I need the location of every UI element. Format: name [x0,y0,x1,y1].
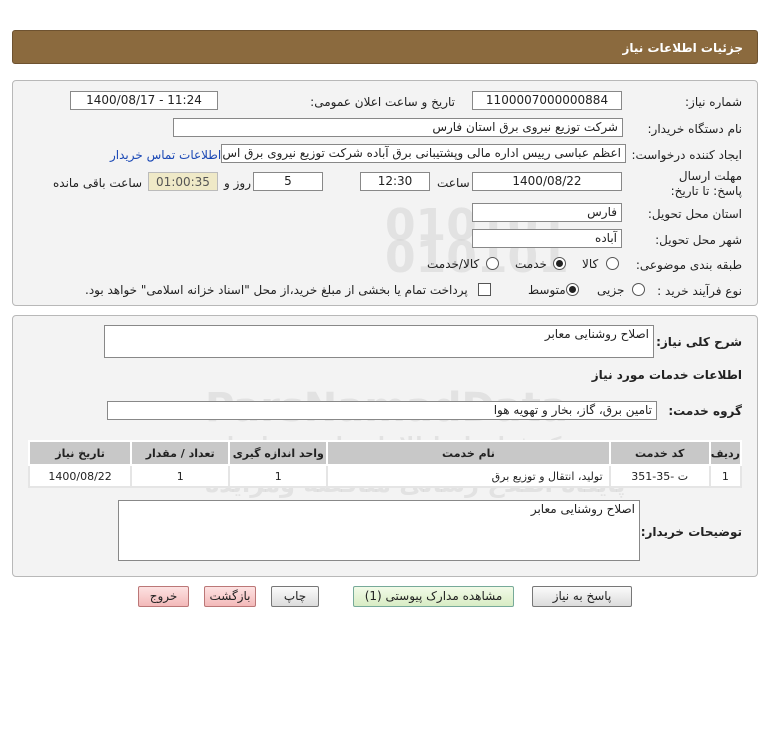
cell-need-date: 1400/08/22 [27,464,133,488]
category-radio-goods[interactable] [606,257,619,270]
purchase-radio-medium[interactable] [566,283,579,296]
treasury-payment-note: پرداخت تمام یا بخشی از مبلغ خرید،از محل … [85,283,468,297]
service-group-field: تامین برق، گاز، بخار و تهویه هوا [107,401,657,420]
deadline-label: مهلت ارسال پاسخ: تا تاریخ: [670,169,742,198]
deadline-time-label: ساعت [437,176,470,190]
city-label: شهر محل تحویل: [655,233,742,247]
treasury-payment-checkbox[interactable] [478,283,491,296]
reply-button[interactable]: پاسخ به نیاز [532,586,632,607]
cell-row: 1 [708,464,743,488]
page-title: جزئیات اطلاعات نیاز [622,41,743,55]
purchase-radio-partial[interactable] [632,283,645,296]
announce-datetime-label: تاریخ و ساعت اعلان عمومی: [310,95,455,109]
purchase-option-partial: جزیی [597,283,625,297]
city-field: آباده [472,229,622,248]
category-label: طبقه بندی موضوعی: [635,258,742,272]
cell-service-code: ت -35-351 [608,464,711,488]
summary-label: شرح کلی نیاز: [656,335,742,349]
buyer-contact-link[interactable]: اطلاعات تماس خریدار [110,148,221,162]
category-option-service: خدمت [515,257,547,271]
deadline-date-field: 1400/08/22 [472,172,622,191]
services-table-header: ردیف کد خدمت نام خدمت واحد اندازه گیری ت… [27,440,743,466]
category-radio-service[interactable] [553,257,566,270]
exit-button[interactable]: خروج [138,586,189,607]
days-field: 5 [253,172,323,191]
need-number-label: شماره نیاز: [685,95,742,109]
days-label: روز و [224,176,251,190]
col-service-name: نام خدمت [326,440,611,466]
buyer-notes-label: توضیحات خریدار: [640,525,742,539]
summary-field: اصلاح روشنایی معابر [104,325,654,358]
print-button[interactable]: چاپ [271,586,319,607]
purchase-option-medium: متوسط [528,283,566,297]
col-service-code: کد خدمت [608,440,711,466]
service-group-label: گروه خدمت: [668,404,742,418]
province-field: فارس [472,203,622,222]
col-unit: واحد اندازه گیری [228,440,329,466]
purchase-type-label: نوع فرآیند خرید : [657,284,742,298]
cell-quantity: 1 [130,464,231,488]
table-row: 1 ت -35-351 تولید، انتقال و توزیع برق 1 … [27,464,743,488]
remaining-time-label: ساعت باقی مانده [53,176,143,190]
category-option-goods-service: کالا/خدمت [427,257,480,271]
announce-datetime-field: 1400/08/17 - 11:24 [70,91,218,110]
remaining-time-field: 01:00:35 [148,172,218,191]
buyer-org-label: نام دستگاه خریدار: [647,122,743,136]
col-row: ردیف [708,440,743,466]
cell-unit: 1 [228,464,329,488]
province-label: استان محل تحویل: [647,207,742,221]
need-number-field: 1100007000000884 [472,91,622,110]
buyer-notes-field: اصلاح روشنایی معابر [118,500,640,561]
buyer-org-field: شرکت توزیع نیروی برق استان فارس [173,118,623,137]
services-heading: اطلاعات خدمات مورد نیاز [591,368,742,382]
creator-field: اعظم عباسی رییس اداره مالی وپشتیبانی برق… [221,144,626,163]
page-header: جزئیات اطلاعات نیاز [12,30,758,64]
category-option-goods: کالا [582,257,599,271]
need-info-panel [12,80,758,306]
services-table: ردیف کد خدمت نام خدمت واحد اندازه گیری ت… [27,440,743,488]
category-radio-goods-service[interactable] [486,257,499,270]
col-quantity: تعداد / مقدار [130,440,231,466]
cell-service-name: تولید، انتقال و توزیع برق [326,464,611,488]
creator-label: ایجاد کننده درخواست: [631,148,742,162]
back-button[interactable]: بازگشت [204,586,256,607]
col-need-date: تاریخ نیاز [27,440,133,466]
attachments-button[interactable]: مشاهده مدارک پیوستی (1) [353,586,514,607]
deadline-time-field: 12:30 [360,172,430,191]
